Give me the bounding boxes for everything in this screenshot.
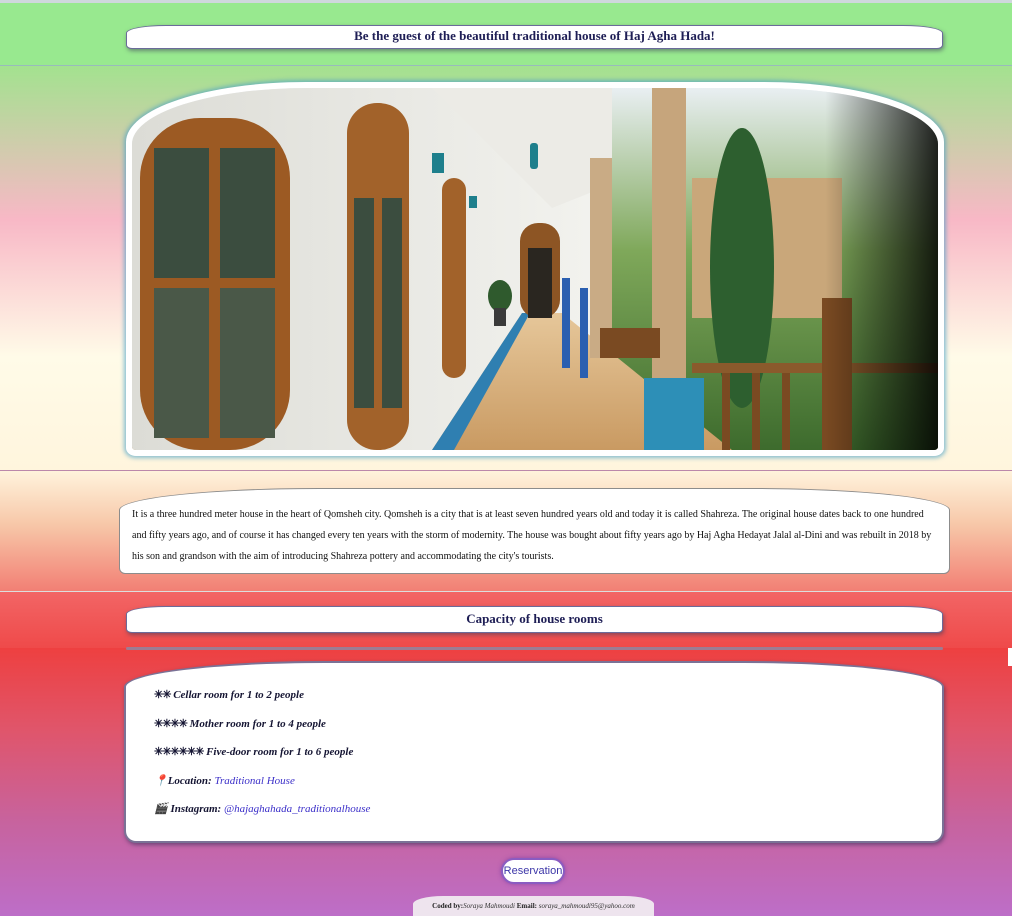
instagram-line: 🎬 Instagram: @hajaghahada_traditionalhou… bbox=[154, 801, 942, 830]
footer-coded-label: Coded by: bbox=[432, 902, 464, 910]
clapperboard-icon: 🎬 bbox=[154, 803, 168, 815]
footer-author: Soraya Mahmoudi bbox=[463, 902, 516, 910]
star-icons: ✳✳✳✳✳✳ bbox=[154, 746, 204, 758]
instagram-label: Instagram: bbox=[170, 803, 222, 815]
edge-notch bbox=[1008, 648, 1012, 666]
room-item-five-door: ✳✳✳✳✳✳ Five-door room for 1 to 6 people bbox=[154, 744, 942, 773]
location-label: Location: bbox=[167, 774, 212, 787]
reservation-button[interactable]: Reservation bbox=[501, 858, 565, 884]
footer-email[interactable]: soraya_mahmoudi95@yahoo.com bbox=[539, 902, 635, 910]
room-item-cellar: ✳✳ Cellar room for 1 to 2 people bbox=[154, 687, 942, 716]
room-text: Mother room for 1 to 4 people bbox=[189, 717, 326, 730]
room-text: Five-door room for 1 to 6 people bbox=[206, 746, 354, 758]
capacity-title: Capacity of house rooms bbox=[126, 606, 943, 633]
house-photo-frame bbox=[126, 82, 944, 456]
star-icons: ✳✳ bbox=[154, 689, 171, 701]
footer: Coded by:Soraya Mahmoudi Email: soraya_m… bbox=[413, 896, 654, 916]
room-text: Cellar room for 1 to 2 people bbox=[173, 689, 304, 701]
house-description: It is a three hundred meter house in the… bbox=[119, 488, 950, 574]
location-link[interactable]: Traditional House bbox=[214, 775, 294, 787]
capacity-list: ✳✳ Cellar room for 1 to 2 people ✳✳✳✳ Mo… bbox=[124, 661, 944, 843]
capacity-divider bbox=[126, 647, 943, 650]
star-icons: ✳✳✳✳ bbox=[154, 717, 188, 730]
location-line: 📍Location: Traditional House bbox=[154, 773, 942, 802]
house-photo bbox=[132, 88, 938, 450]
footer-email-label: Email: bbox=[515, 902, 537, 910]
page-title: Be the guest of the beautiful traditiona… bbox=[126, 25, 943, 49]
room-item-mother: ✳✳✳✳ Mother room for 1 to 4 people bbox=[154, 716, 942, 745]
instagram-link[interactable]: @hajaghahada_traditionalhouse bbox=[224, 803, 370, 815]
veranda-illustration bbox=[132, 88, 938, 450]
pin-icon: 📍 bbox=[154, 774, 168, 787]
